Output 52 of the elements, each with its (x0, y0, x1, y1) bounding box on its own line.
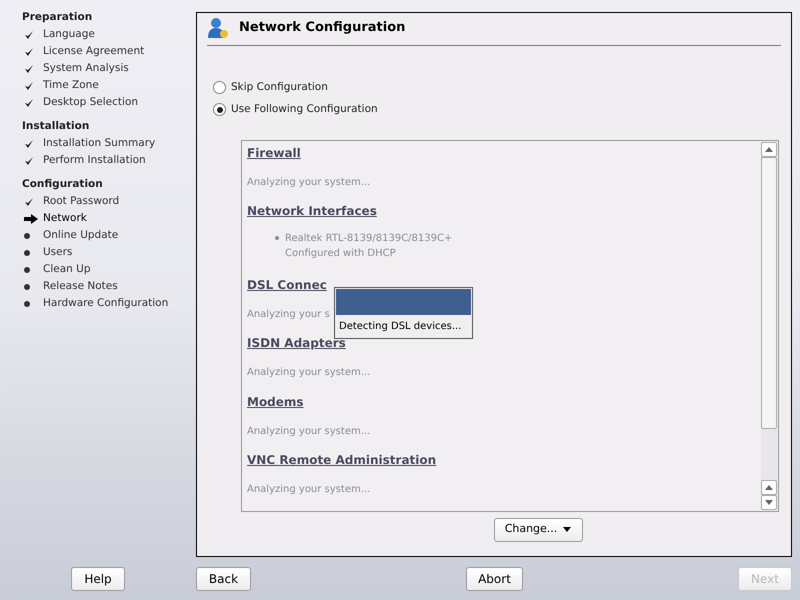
user-gear-icon (207, 17, 229, 39)
step-label: Release Notes (43, 278, 118, 294)
step-label: Installation Summary (43, 136, 156, 151)
step-label: Online Update (43, 228, 118, 243)
down-arrow-icon[interactable] (765, 500, 773, 504)
step-label: Root Password (43, 194, 120, 209)
section-link[interactable]: DSL Connec (247, 276, 327, 293)
radio-option[interactable]: Use Following Configuration (213, 102, 378, 118)
bullet-icon (24, 232, 30, 238)
popup-message: Detecting DSL devices... (338, 320, 462, 334)
sidebar-heading: Installation (22, 119, 90, 133)
step-label: Perform Installation (43, 152, 146, 168)
section-link[interactable]: Modems (247, 394, 304, 410)
check-icon (24, 196, 34, 206)
step-label: System Analysis (43, 60, 129, 76)
bullet-icon (24, 284, 30, 290)
device-text: Configured with DHCP (285, 246, 396, 261)
radio-option[interactable]: Skip Configuration (213, 80, 328, 96)
caret-icon (563, 527, 572, 532)
device-text: Realtek RTL-8139/8139C/8139C+ (285, 232, 452, 246)
scrollbar[interactable] (761, 142, 777, 510)
status-text: Analyzing your s (247, 308, 330, 322)
status-text: Analyzing your system... (247, 483, 370, 498)
step-label: Desktop Selection (43, 94, 138, 110)
bullet-icon (24, 300, 30, 306)
bullet-icon (275, 236, 279, 240)
arrow-icon (24, 214, 38, 224)
status-text: Analyzing your system... (247, 424, 370, 439)
section-link[interactable]: VNC Remote Administration (247, 452, 436, 468)
dialog-button[interactable]: Back (196, 567, 251, 591)
dialog-button[interactable]: Help (71, 567, 125, 591)
step-label: License Agreement (43, 44, 144, 59)
step-label: Clean Up (43, 262, 90, 277)
bullet-icon (24, 266, 30, 272)
section-link[interactable]: Network Interfaces (247, 202, 377, 219)
sidebar-heading: Configuration (22, 177, 104, 191)
sidebar-heading: Preparation (22, 10, 94, 24)
step-label: Hardware Configuration (43, 296, 168, 311)
section-link[interactable]: Firewall (247, 144, 301, 160)
step-label: Network (43, 210, 87, 226)
step-label: Users (43, 244, 72, 260)
up-arrow-icon[interactable] (765, 484, 773, 490)
status-text: Analyzing your system... (247, 176, 370, 190)
dialog-button[interactable]: Abort (466, 567, 523, 591)
change-button[interactable]: Change... (494, 518, 582, 542)
section-link[interactable]: ISDN Adapters (247, 335, 346, 352)
step-label: Language (43, 26, 95, 42)
step-label: Time Zone (43, 78, 99, 93)
status-text: Analyzing your system... (247, 366, 370, 380)
up-arrow-icon[interactable] (765, 146, 773, 152)
window-title: Network Configuration (239, 19, 406, 38)
bullet-icon (24, 250, 30, 256)
